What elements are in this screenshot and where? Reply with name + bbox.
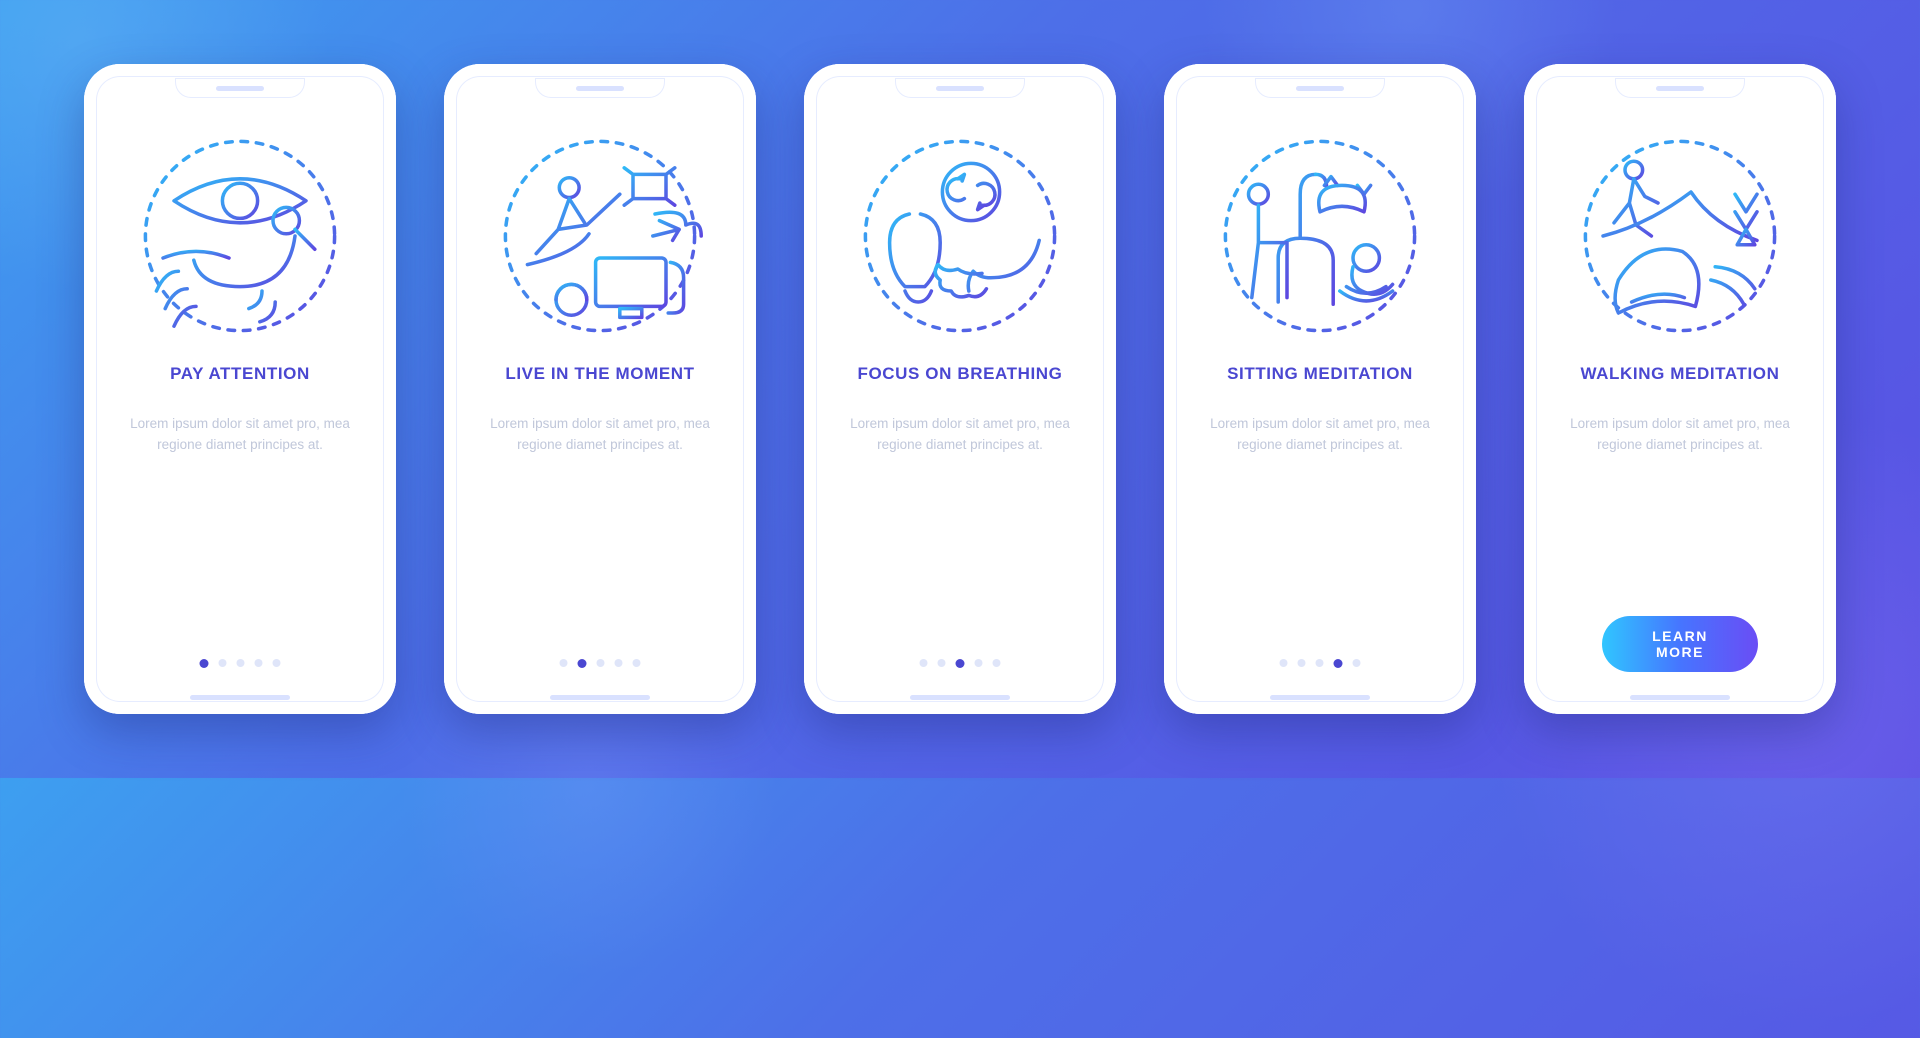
dot[interactable] bbox=[200, 659, 209, 668]
phone-row: PAY ATTENTION Lorem ipsum dolor sit amet… bbox=[84, 64, 1836, 714]
dot[interactable] bbox=[237, 659, 245, 667]
home-indicator bbox=[550, 695, 650, 700]
slide-title: FOCUS ON BREATHING bbox=[857, 364, 1062, 384]
dot[interactable] bbox=[578, 659, 587, 668]
slide-title: SITTING MEDITATION bbox=[1227, 364, 1413, 384]
phone-breathing: FOCUS ON BREATHING Lorem ipsum dolor sit… bbox=[804, 64, 1116, 714]
slide-title: LIVE IN THE MOMENT bbox=[505, 364, 694, 384]
sitting-icon bbox=[1210, 126, 1430, 346]
dot[interactable] bbox=[633, 659, 641, 667]
dot[interactable] bbox=[1353, 659, 1361, 667]
slide-desc: Lorem ipsum dolor sit amet pro, mea regi… bbox=[835, 414, 1085, 456]
phone-pay-attention: PAY ATTENTION Lorem ipsum dolor sit amet… bbox=[84, 64, 396, 714]
dot[interactable] bbox=[1298, 659, 1306, 667]
dot[interactable] bbox=[1334, 659, 1343, 668]
dot[interactable] bbox=[1280, 659, 1288, 667]
slide-desc: Lorem ipsum dolor sit amet pro, mea regi… bbox=[115, 414, 365, 456]
home-indicator bbox=[1270, 695, 1370, 700]
dot[interactable] bbox=[1316, 659, 1324, 667]
dot[interactable] bbox=[975, 659, 983, 667]
dot[interactable] bbox=[560, 659, 568, 667]
dot[interactable] bbox=[597, 659, 605, 667]
page-dots bbox=[560, 659, 641, 668]
dot[interactable] bbox=[219, 659, 227, 667]
breathing-icon bbox=[850, 126, 1070, 346]
page-dots bbox=[200, 659, 281, 668]
dot[interactable] bbox=[920, 659, 928, 667]
walking-icon bbox=[1570, 126, 1790, 346]
dot[interactable] bbox=[615, 659, 623, 667]
attention-icon bbox=[130, 126, 350, 346]
page-dots bbox=[1280, 659, 1361, 668]
moment-icon bbox=[490, 126, 710, 346]
phone-sitting: SITTING MEDITATION Lorem ipsum dolor sit… bbox=[1164, 64, 1476, 714]
slide-desc: Lorem ipsum dolor sit amet pro, mea regi… bbox=[1555, 414, 1805, 456]
phone-walking: WALKING MEDITATION Lorem ipsum dolor sit… bbox=[1524, 64, 1836, 714]
dot[interactable] bbox=[938, 659, 946, 667]
dot[interactable] bbox=[956, 659, 965, 668]
learn-more-button[interactable]: LEARN MORE bbox=[1602, 616, 1758, 672]
dot[interactable] bbox=[993, 659, 1001, 667]
slide-desc: Lorem ipsum dolor sit amet pro, mea regi… bbox=[1195, 414, 1445, 456]
home-indicator bbox=[910, 695, 1010, 700]
dot[interactable] bbox=[255, 659, 263, 667]
home-indicator bbox=[1630, 695, 1730, 700]
page-dots bbox=[920, 659, 1001, 668]
phone-live-moment: LIVE IN THE MOMENT Lorem ipsum dolor sit… bbox=[444, 64, 756, 714]
slide-title: PAY ATTENTION bbox=[170, 364, 310, 384]
home-indicator bbox=[190, 695, 290, 700]
slide-desc: Lorem ipsum dolor sit amet pro, mea regi… bbox=[475, 414, 725, 456]
dot[interactable] bbox=[273, 659, 281, 667]
slide-title: WALKING MEDITATION bbox=[1580, 364, 1779, 384]
